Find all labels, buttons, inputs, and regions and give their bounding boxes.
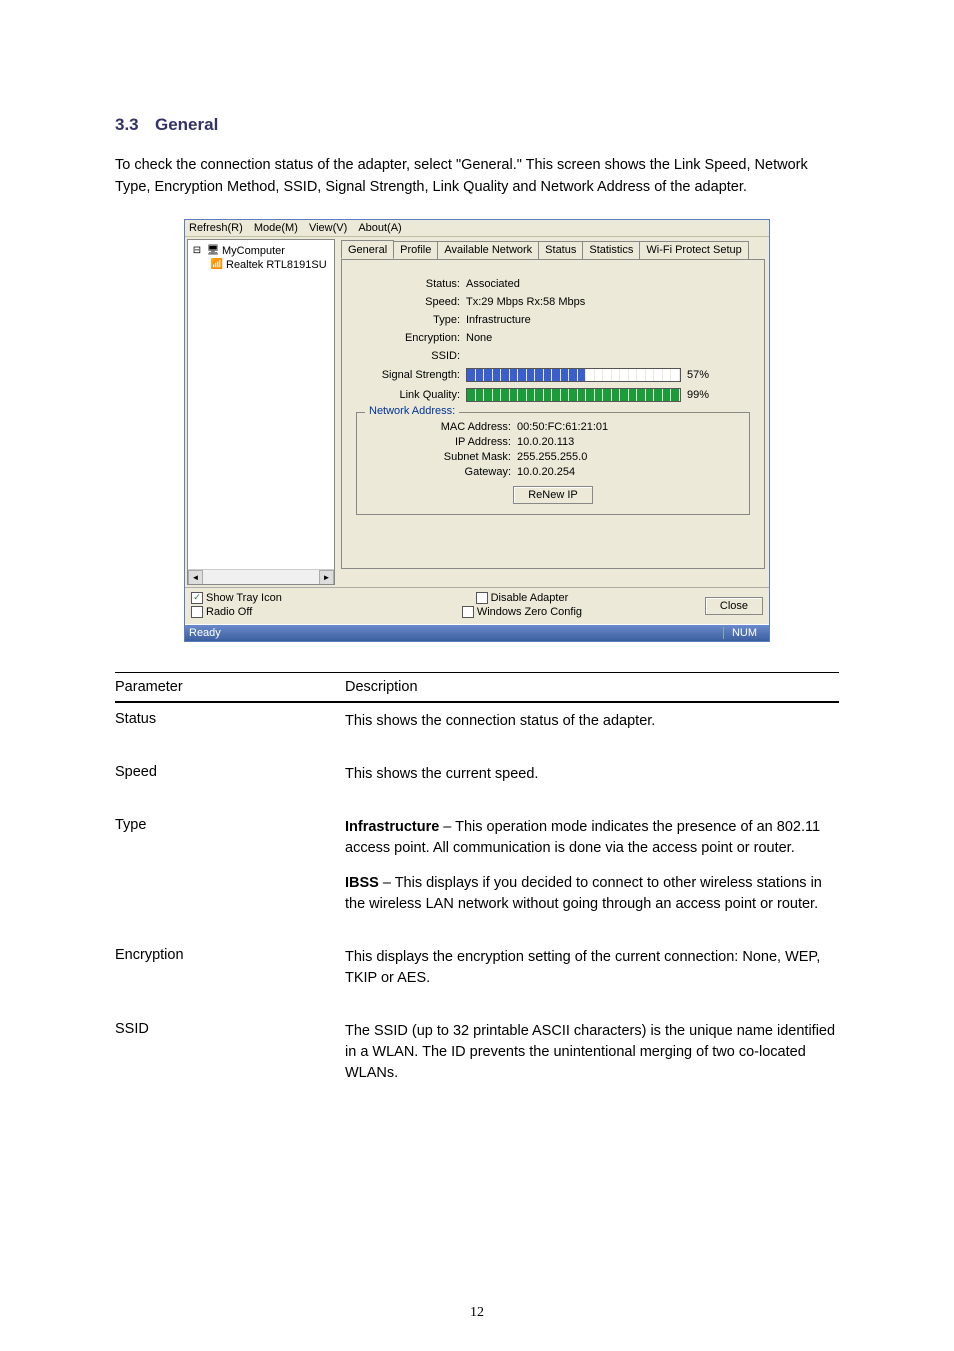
computer-icon: 🖥 [206,244,220,258]
disable-adapter-checkbox[interactable] [476,592,488,604]
tree-child[interactable]: Realtek RTL8191SU [226,259,327,271]
tab-available-network[interactable]: Available Network [437,241,539,259]
menu-view[interactable]: View(V) [309,222,347,234]
encryption-value: None [466,332,750,344]
tab-statistics[interactable]: Statistics [582,241,640,259]
type-value: Infrastructure [466,314,750,326]
table-header-parameter: Parameter [115,679,345,695]
gateway-label: Gateway: [367,466,517,478]
scroll-right-icon[interactable]: ► [319,570,334,585]
section-heading: 3.3General [115,115,839,135]
tab-profile[interactable]: Profile [393,241,438,259]
tab-content-general: Status:Associated Speed:Tx:29 Mbps Rx:58… [341,259,765,569]
type-label: Type: [356,314,466,326]
param-type: Type [115,817,345,833]
device-tree[interactable]: ⊟ 🖥 MyComputer 📶 Realtek RTL8191SU ◄ ► [187,239,335,585]
tree-root[interactable]: MyComputer [222,245,285,257]
menu-about[interactable]: About(A) [358,222,401,234]
gateway-value: 10.0.20.254 [517,466,575,478]
radio-off-checkbox[interactable] [191,606,203,618]
desc-type-infra: Infrastructure – This operation mode ind… [345,817,839,859]
param-ssid: SSID [115,1021,345,1037]
ip-label: IP Address: [367,436,517,448]
network-address-group: Network Address: MAC Address:00:50:FC:61… [356,412,750,515]
section-num: 3.3 [115,115,155,135]
intro-paragraph: To check the connection status of the ad… [115,155,839,199]
menu-mode[interactable]: Mode(M) [254,222,298,234]
ssid-label: SSID: [356,350,466,362]
status-value: Associated [466,278,750,290]
desc-ssid: The SSID (up to 32 printable ASCII chara… [345,1021,839,1084]
adapter-icon: 📶 [210,258,224,272]
menu-refresh[interactable]: Refresh(R) [189,222,243,234]
subnet-value: 255.255.255.0 [517,451,587,463]
tab-wps[interactable]: Wi-Fi Protect Setup [639,241,748,259]
statusbar-num: NUM [723,627,765,639]
ip-value: 10.0.20.113 [517,436,574,448]
mac-value: 00:50:FC:61:21:01 [517,421,608,433]
close-button[interactable]: Close [705,597,763,615]
desc-type-ibss: IBSS – This displays if you decided to c… [345,873,839,915]
encryption-label: Encryption: [356,332,466,344]
param-encryption: Encryption [115,947,345,963]
radio-off-label: Radio Off [206,606,252,618]
tab-strip: General Profile Available Network Status… [341,241,765,259]
linkq-bar [466,388,681,402]
scroll-track[interactable] [203,570,319,584]
param-status: Status [115,711,345,727]
subnet-label: Subnet Mask: [367,451,517,463]
tree-scrollbar[interactable]: ◄ ► [188,569,334,584]
network-address-legend: Network Address: [365,405,459,417]
mac-label: MAC Address: [367,421,517,433]
parameter-table: Parameter Description Status This shows … [115,672,839,1084]
table-row: Encryption This displays the encryption … [115,937,839,1011]
disable-adapter-label: Disable Adapter [491,592,569,604]
show-tray-checkbox[interactable]: ✓ [191,592,203,604]
utility-window: Refresh(R) Mode(M) View(V) About(A) ⊟ 🖥 … [184,219,770,642]
tab-status[interactable]: Status [538,241,583,259]
wzc-label: Windows Zero Config [477,606,582,618]
menubar: Refresh(R) Mode(M) View(V) About(A) [185,220,769,237]
wzc-checkbox[interactable] [462,606,474,618]
section-title: General [155,115,218,134]
table-row: Speed This shows the current speed. [115,754,839,807]
statusbar-ready: Ready [189,627,723,639]
linkq-label: Link Quality: [356,389,466,401]
status-label: Status: [356,278,466,290]
tab-general[interactable]: General [341,240,394,259]
renew-ip-button[interactable]: ReNew IP [513,486,593,504]
desc-encryption: This displays the encryption setting of … [345,947,839,989]
table-row: Status This shows the connection status … [115,702,839,754]
statusbar: Ready NUM [185,624,769,641]
page-number: 12 [0,1305,954,1321]
table-row: Type Infrastructure – This operation mod… [115,807,839,937]
table-header-description: Description [345,679,839,695]
desc-status: This shows the connection status of the … [345,711,839,732]
speed-value: Tx:29 Mbps Rx:58 Mbps [466,296,750,308]
speed-label: Speed: [356,296,466,308]
desc-speed: This shows the current speed. [345,764,839,785]
scroll-left-icon[interactable]: ◄ [188,570,203,585]
param-speed: Speed [115,764,345,780]
signal-label: Signal Strength: [356,369,466,381]
linkq-pct: 99% [687,389,709,401]
signal-pct: 57% [687,369,709,381]
table-row: SSID The SSID (up to 32 printable ASCII … [115,1011,839,1084]
show-tray-label: Show Tray Icon [206,592,282,604]
signal-bar [466,368,681,382]
tree-collapse-icon[interactable]: ⊟ [190,244,204,258]
